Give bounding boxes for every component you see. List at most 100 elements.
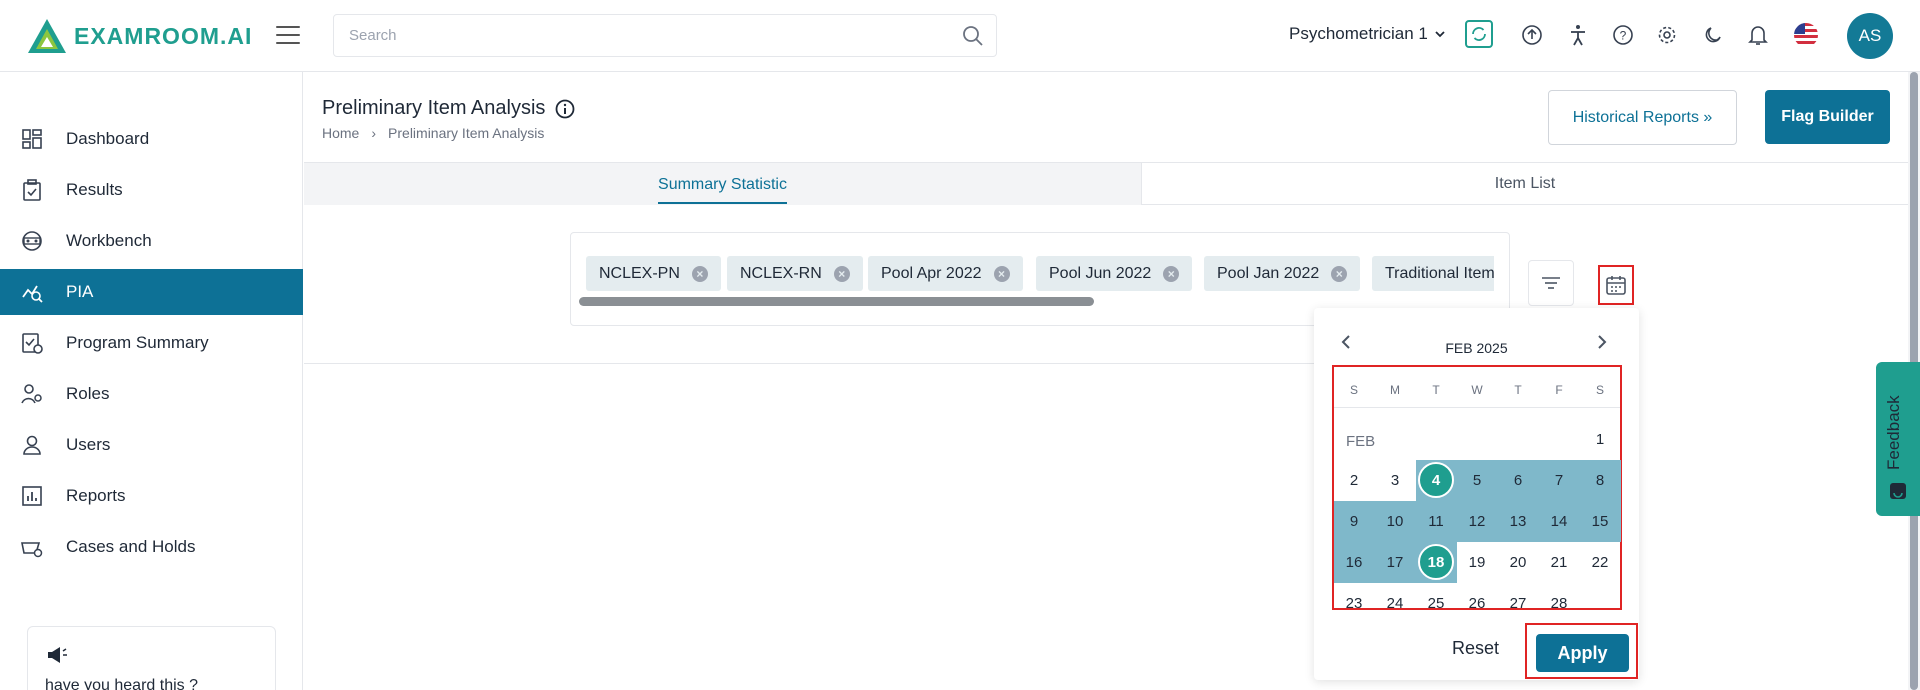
calendar-day[interactable]: 12	[1457, 503, 1497, 539]
chip-label: Traditional Item	[1385, 264, 1494, 282]
chip-label: Pool Jan 2022	[1217, 264, 1320, 282]
svg-text:?: ?	[1620, 29, 1627, 43]
weekday-label: S	[1595, 383, 1604, 397]
dark-mode-moon-icon[interactable]	[1699, 21, 1727, 49]
program-summary-icon	[22, 333, 43, 354]
sidebar-item-results[interactable]: Results	[0, 167, 303, 213]
calendar-day[interactable]: 9	[1334, 503, 1374, 539]
user-avatar[interactable]: AS	[1847, 13, 1893, 59]
workbench-icon	[22, 231, 42, 251]
calendar-day[interactable]: 10	[1375, 503, 1415, 539]
flag-builder-button[interactable]: Flag Builder	[1765, 90, 1890, 144]
calendar-day[interactable]: 23	[1334, 585, 1374, 621]
chip-remove-icon[interactable]: ×	[993, 265, 1010, 282]
settings-gear-icon[interactable]	[1653, 21, 1681, 49]
calendar-day[interactable]: 11	[1416, 503, 1456, 539]
calendar-day[interactable]: 21	[1539, 544, 1579, 580]
analytics-icon	[22, 285, 43, 303]
calendar-day[interactable]: 8	[1580, 462, 1620, 498]
chips-scrollbar[interactable]	[579, 297, 1094, 306]
reports-icon	[22, 486, 42, 506]
sidebar-item-label: PIA	[66, 282, 94, 301]
breadcrumb-separator-icon: ›	[371, 125, 377, 141]
calendar-day[interactable]: 6	[1498, 462, 1538, 498]
date-picker-button[interactable]	[1598, 265, 1634, 305]
calendar-day[interactable]: 14	[1539, 503, 1579, 539]
calendar-day[interactable]: 13	[1498, 503, 1538, 539]
chip-label: Pool Apr 2022	[881, 264, 982, 282]
sidebar-item-dashboard[interactable]: Dashboard	[0, 116, 303, 162]
filter-button[interactable]	[1528, 260, 1574, 306]
sidebar-item-users[interactable]: Users	[0, 422, 303, 468]
calendar-day[interactable]: 28	[1539, 585, 1579, 621]
page-title: Preliminary Item Analysis	[322, 97, 575, 120]
upload-icon[interactable]	[1518, 21, 1546, 49]
weekday-label: S	[1349, 383, 1358, 397]
sidebar-item-program-summary[interactable]: Program Summary	[0, 320, 303, 366]
apply-highlight: Apply	[1525, 623, 1638, 679]
info-icon[interactable]	[555, 99, 575, 119]
user-role-dropdown[interactable]: Psychometrician 1	[1289, 24, 1446, 44]
sidebar-item-cases-and-holds[interactable]: Cases and Holds	[0, 524, 303, 570]
chevron-right-icon[interactable]	[1592, 332, 1612, 352]
calendar-day[interactable]: 24	[1375, 585, 1415, 621]
filter-chip: Pool Jan 2022 ×	[1204, 256, 1361, 291]
us-flag-icon[interactable]	[1792, 21, 1820, 49]
calendar-day[interactable]: 3	[1375, 462, 1415, 498]
historical-reports-button[interactable]: Historical Reports »	[1548, 90, 1737, 145]
sync-icon[interactable]	[1465, 20, 1493, 48]
sidebar-item-reports[interactable]: Reports	[0, 473, 303, 519]
calendar-day[interactable]: 7	[1539, 462, 1579, 498]
calendar-day[interactable]: 5	[1457, 462, 1497, 498]
date-range-calendar: FEB 2025 FEB S M T W T F S 1 2 3 4 5 6 7 8 9 10 11 12 13 14 1…	[1314, 308, 1639, 680]
calendar-day[interactable]: 15	[1580, 503, 1620, 539]
chip-remove-icon[interactable]: ×	[1163, 265, 1180, 282]
tab-label: Summary Statistic	[658, 164, 787, 204]
sidebar-item-label: Roles	[66, 384, 110, 403]
tab-item-list[interactable]: Item List	[1141, 163, 1908, 205]
accessibility-icon[interactable]	[1564, 21, 1592, 49]
filter-chip: Pool Apr 2022 ×	[868, 256, 1023, 291]
calendar-day[interactable]: 16	[1334, 544, 1374, 580]
range-end-day[interactable]: 18	[1416, 544, 1456, 580]
weekday-label: T	[1514, 383, 1522, 397]
tab-label: Item List	[1494, 175, 1556, 192]
sidebar: Dashboard Results Workbench PIA Program …	[0, 72, 303, 690]
calendar-day[interactable]: 1	[1580, 421, 1620, 457]
sidebar-item-pia[interactable]: PIA	[0, 269, 303, 315]
calendar-day[interactable]: 27	[1498, 585, 1538, 621]
breadcrumb: Home › Preliminary Item Analysis	[322, 125, 544, 141]
help-icon[interactable]: ?	[1609, 21, 1637, 49]
filter-chip: Pool Jun 2022 ×	[1036, 256, 1193, 291]
breadcrumb-home[interactable]: Home	[322, 125, 359, 141]
weekday-label: W	[1471, 383, 1483, 397]
calendar-day[interactable]: 26	[1457, 585, 1497, 621]
range-start-day[interactable]: 4	[1416, 462, 1456, 498]
calendar-day[interactable]: 25	[1416, 585, 1456, 621]
tab-summary-statistic[interactable]: Summary Statistic	[304, 163, 1141, 205]
notification-bell-icon[interactable]	[1744, 21, 1772, 49]
roles-icon	[21, 384, 42, 404]
sidebar-item-roles[interactable]: Roles	[0, 371, 303, 417]
menu-toggle-icon[interactable]	[276, 24, 300, 46]
calendar-day[interactable]: 19	[1457, 544, 1497, 580]
chip-remove-icon[interactable]: ×	[691, 265, 708, 282]
sidebar-item-workbench[interactable]: Workbench	[0, 218, 303, 264]
feedback-tab[interactable]: Feedback	[1876, 362, 1920, 516]
top-bar: EXAMROOM.AI Psychometrician 1 ? AS	[0, 0, 1920, 72]
search-input[interactable]	[349, 15, 949, 56]
chip-remove-icon[interactable]: ×	[833, 265, 850, 282]
reset-button[interactable]: Reset	[1452, 638, 1499, 659]
app-logo[interactable]: EXAMROOM.AI	[26, 16, 252, 56]
user-icon	[23, 435, 41, 455]
calendar-day[interactable]: 22	[1580, 544, 1620, 580]
calendar-day[interactable]: 20	[1498, 544, 1538, 580]
sidebar-item-label: Workbench	[66, 231, 152, 250]
user-role-label: Psychometrician 1	[1289, 24, 1428, 43]
search-icon[interactable]	[962, 25, 984, 47]
calendar-day[interactable]: 2	[1334, 462, 1374, 498]
apply-button[interactable]: Apply	[1536, 634, 1629, 672]
sidebar-item-label: Dashboard	[66, 129, 150, 148]
chip-remove-icon[interactable]: ×	[1331, 265, 1348, 282]
calendar-day[interactable]: 17	[1375, 544, 1415, 580]
